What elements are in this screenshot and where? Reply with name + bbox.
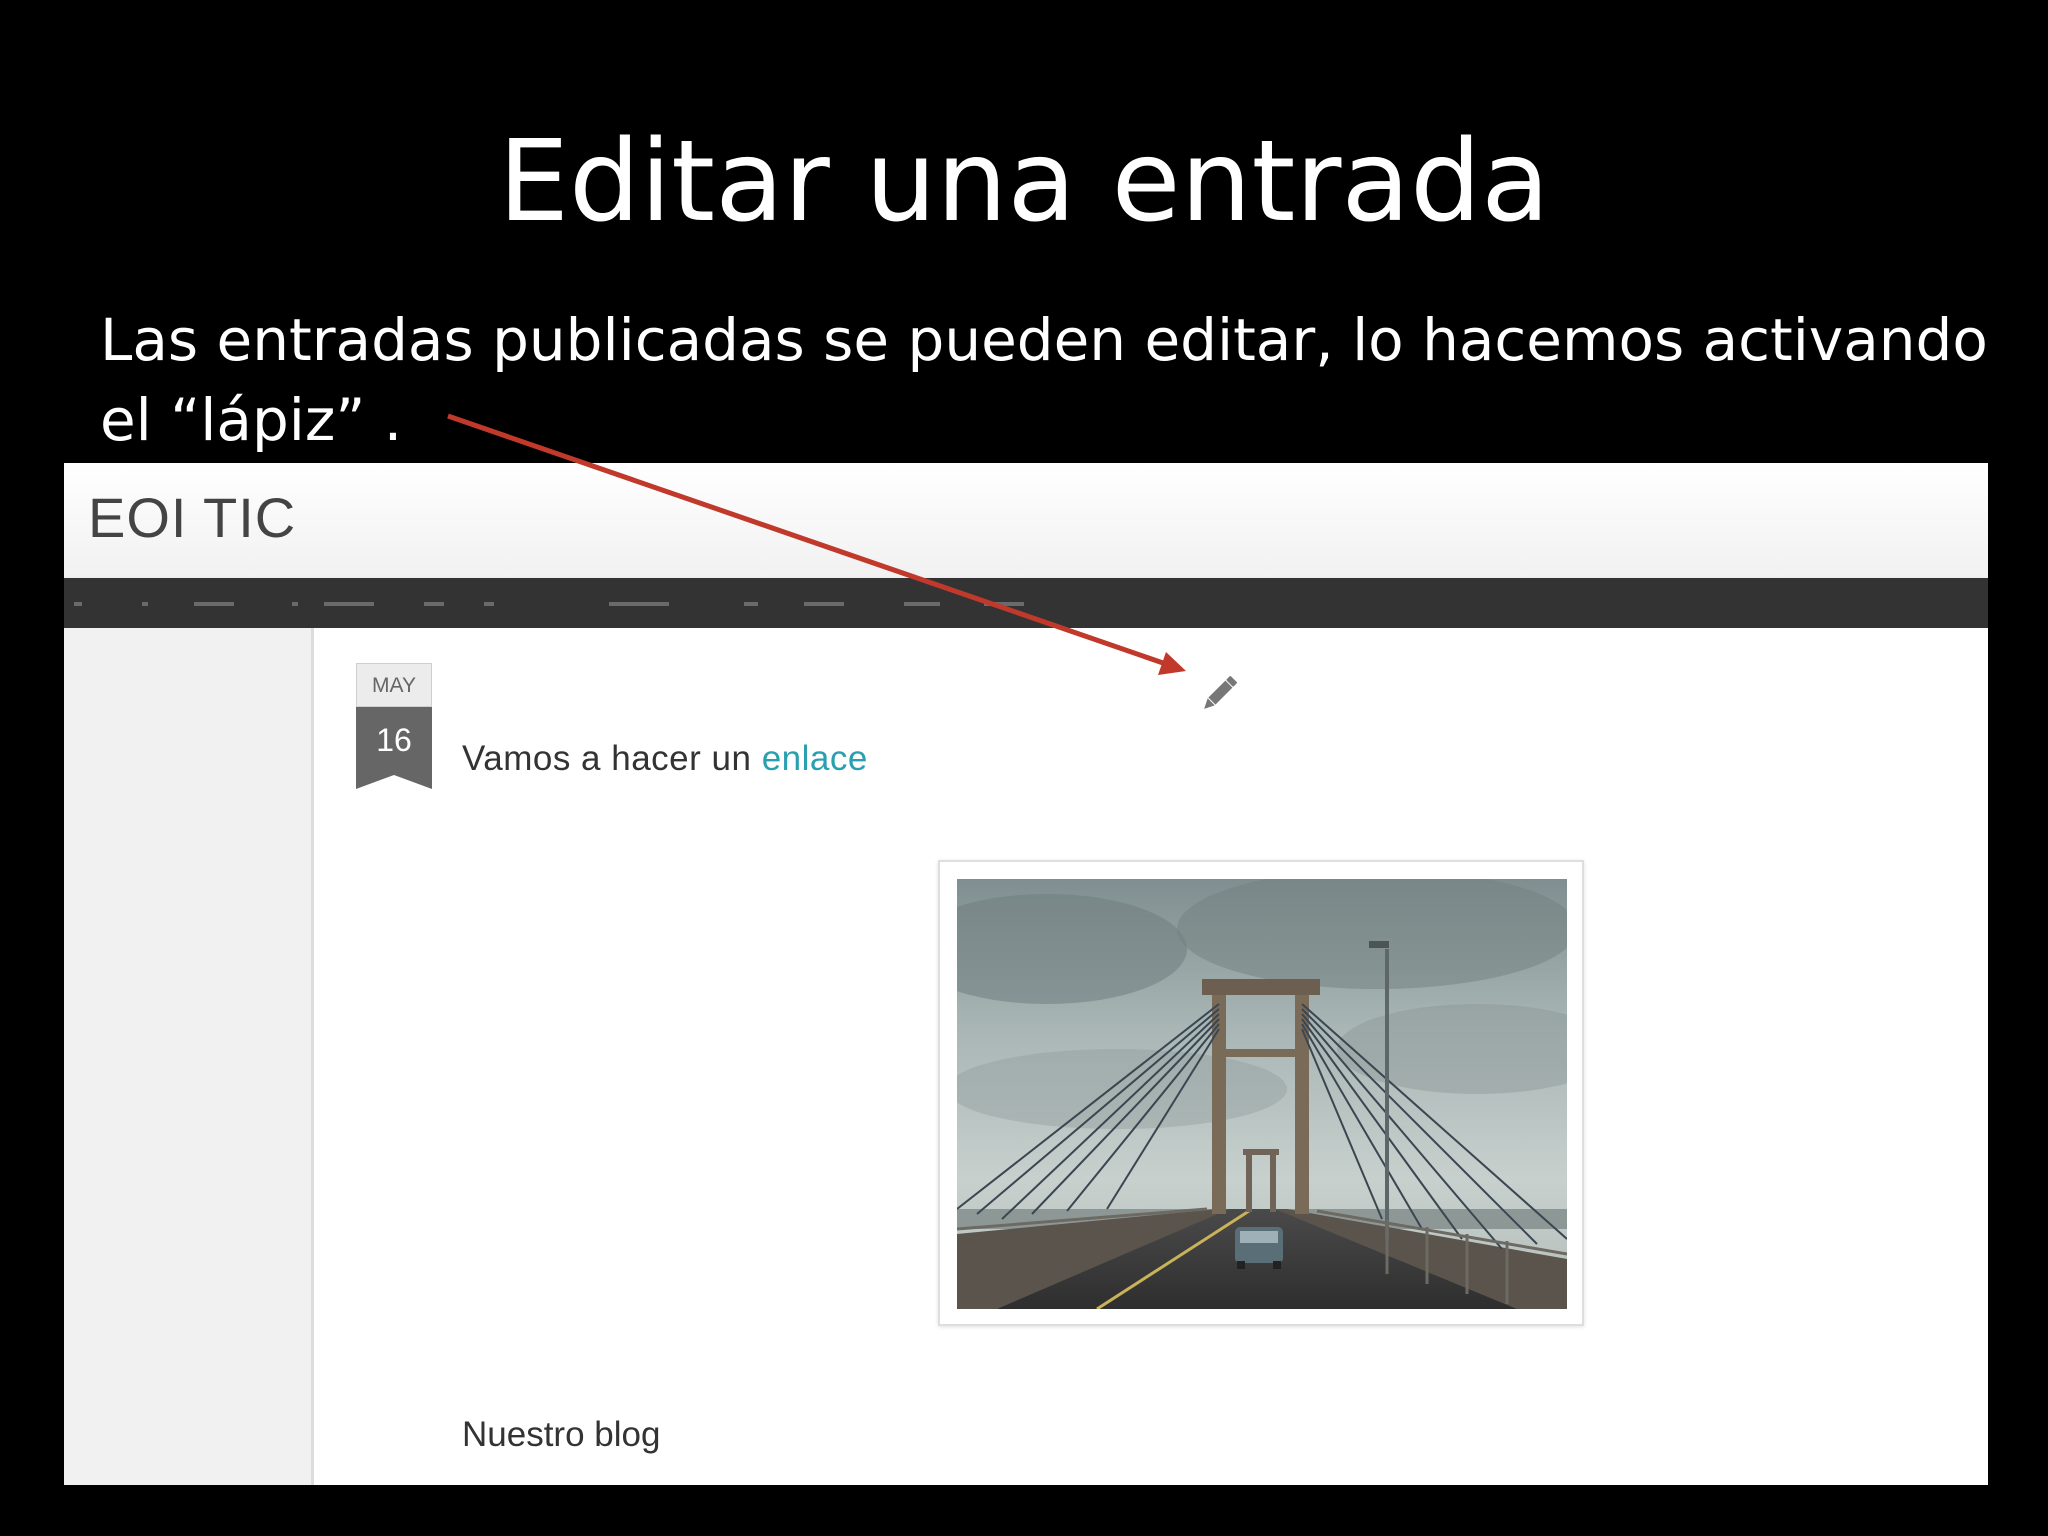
nav-fragment xyxy=(142,602,148,606)
slide-body-text: Las entradas publicadas se pueden editar… xyxy=(100,306,1988,454)
nav-fragment xyxy=(194,602,234,606)
nav-fragment xyxy=(984,602,1024,606)
left-sidebar xyxy=(64,628,314,1485)
post-title-link[interactable]: enlace xyxy=(762,739,868,778)
slide-title: Editar una entrada xyxy=(498,117,1550,247)
post-date-badge: MAY 16 xyxy=(356,663,432,789)
nav-fragment xyxy=(74,602,82,606)
nav-fragment xyxy=(904,602,940,606)
post-date-day-label: 16 xyxy=(376,722,412,758)
nav-bar[interactable] xyxy=(64,578,1988,628)
blog-header: EOI TIC xyxy=(64,463,1988,578)
nav-fragment xyxy=(324,602,374,606)
nav-fragment xyxy=(609,602,669,606)
nav-fragment xyxy=(744,602,758,606)
nav-fragment xyxy=(484,602,494,606)
post-title-text: Vamos a hacer un xyxy=(462,739,762,778)
post-title: Vamos a hacer un enlace xyxy=(462,739,868,779)
blog-screenshot: EOI TIC MAY 16 Vamos a hacer un enlace N… xyxy=(64,463,1988,1485)
nav-fragment xyxy=(292,602,298,606)
section-title: Nuestro blog xyxy=(462,1415,661,1454)
post-date-month: MAY xyxy=(356,663,432,707)
nav-fragment xyxy=(424,602,444,606)
pencil-icon[interactable] xyxy=(1196,671,1242,717)
post-date-day: 16 xyxy=(356,707,432,789)
blog-title[interactable]: EOI TIC xyxy=(88,485,296,550)
post-image-frame xyxy=(938,860,1584,1326)
nav-fragment xyxy=(804,602,844,606)
bridge-photo[interactable] xyxy=(957,879,1567,1309)
